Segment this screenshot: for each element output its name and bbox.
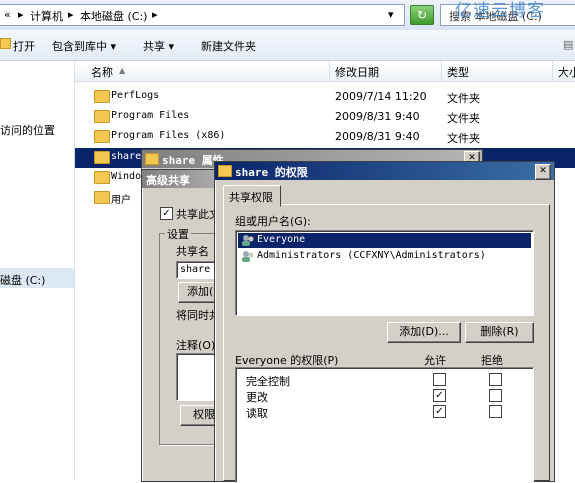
file-name: 用户 [111, 195, 131, 206]
file-type: 文件夹 [447, 132, 480, 145]
perm-read-deny-checkbox[interactable] [489, 405, 502, 418]
file-type: 文件夹 [447, 92, 480, 105]
folder-icon [218, 165, 232, 177]
permissions-close-button[interactable]: ✕ [535, 164, 551, 180]
user-group-icon [241, 234, 255, 246]
permissions-title: share 的权限 [235, 166, 308, 179]
col-size[interactable]: 大小 [558, 64, 575, 80]
users-listbox[interactable]: Everyone Administrators (CCFXNY\Administ… [235, 230, 534, 316]
deny-column-label: 拒绝 [481, 354, 503, 367]
advanced-sharing-title: 高级共享 [146, 174, 190, 187]
include-library-button[interactable]: 包含到库中 ▾ [52, 38, 116, 54]
new-folder-button[interactable]: 新建文件夹 [201, 38, 256, 54]
col-name[interactable]: 名称 [91, 64, 113, 80]
path-dropdown-icon[interactable]: ▾ [388, 8, 394, 21]
settings-label: 设置 [165, 226, 191, 242]
share-folder-checkbox[interactable]: ✓ [160, 207, 173, 220]
perm-full-control-label: 完全控制 [246, 375, 290, 388]
perm-read-allow-checkbox[interactable]: ✓ [433, 405, 446, 418]
path-sep-icon: ▸ [18, 8, 24, 21]
address-path[interactable]: « ▸ 计算机 ▸ 本地磁盘 (C:) ▸ ▾ [0, 4, 405, 26]
folder-icon [94, 191, 110, 204]
watermark-text: 亿速云博客 [455, 1, 545, 21]
file-row[interactable]: Program Files 2009/8/31 9:40 文件夹 [75, 107, 575, 127]
col-modified[interactable]: 修改日期 [335, 64, 379, 80]
perm-read-label: 读取 [246, 407, 268, 420]
permissions-titlebar[interactable]: share 的权限 [215, 162, 554, 180]
refresh-button[interactable]: ↻ [410, 5, 434, 25]
folder-icon [94, 130, 110, 143]
file-date: 2009/7/14 11:20 [335, 90, 427, 103]
path-sep-icon: ▸ [152, 8, 158, 21]
file-row[interactable]: PerfLogs 2009/7/14 11:20 文件夹 [75, 87, 575, 107]
col-type[interactable]: 类型 [447, 64, 469, 80]
open-button[interactable]: 打开 [13, 38, 35, 54]
path-overflow-icon[interactable]: « [4, 8, 11, 21]
comment-label: 注释(O) [176, 339, 216, 352]
folder-icon [94, 171, 110, 184]
breadcrumb-local-disk[interactable]: 本地磁盘 (C:) [80, 8, 147, 24]
folder-icon [145, 153, 159, 165]
perm-change-label: 更改 [246, 391, 268, 404]
file-name: Program Files (x86) [111, 130, 226, 141]
allow-column-label: 允许 [424, 354, 446, 367]
command-bar: 打开 包含到库中 ▾ 共享 ▾ 新建文件夹 ▤ [0, 30, 575, 61]
group-users-label: 组或用户名(G): [235, 215, 311, 228]
breadcrumb-computer[interactable]: 计算机 [30, 8, 63, 24]
user-group-icon [241, 250, 255, 262]
add-user-button[interactable]: 添加(D)... [387, 322, 461, 343]
file-name: share [111, 151, 142, 162]
file-name: PerfLogs [111, 90, 160, 101]
file-row[interactable]: Program Files (x86) 2009/8/31 9:40 文件夹 [75, 127, 575, 147]
file-type: 文件夹 [447, 112, 480, 125]
user-name[interactable]: Administrators (CCFXNY\Administrators) [257, 250, 486, 261]
nav-item-recent-places[interactable]: 访问的位置 [0, 122, 55, 138]
column-header: 名称 ▲ 修改日期 类型 大小 [75, 61, 575, 82]
folder-icon [94, 110, 110, 123]
file-name: Windo [111, 171, 142, 182]
permissions-for-label: Everyone 的权限(P) [235, 354, 339, 367]
file-date: 2009/8/31 9:40 [335, 110, 420, 123]
file-date: 2009/8/31 9:40 [335, 130, 420, 143]
folder-icon [94, 90, 110, 103]
perm-full-control-allow-checkbox[interactable] [433, 373, 446, 386]
perm-change-deny-checkbox[interactable] [489, 389, 502, 402]
file-name: Program Files [111, 110, 190, 121]
user-name: Everyone [257, 234, 306, 245]
folder-icon [94, 151, 110, 164]
perm-full-control-deny-checkbox[interactable] [489, 373, 502, 386]
path-sep-icon: ▸ [68, 8, 74, 21]
address-bar: « ▸ 计算机 ▸ 本地磁盘 (C:) ▸ ▾ ↻ 搜索 本地磁盘 (C:) 亿… [0, 0, 575, 31]
remove-user-button[interactable]: 删除(R) [465, 322, 534, 343]
share-button[interactable]: 共享 ▾ [143, 38, 174, 54]
tab-share-permissions[interactable]: 共享权限 [223, 185, 281, 207]
open-folder-icon [0, 38, 11, 52]
view-options-icon[interactable]: ▤ [563, 38, 573, 51]
perm-change-allow-checkbox[interactable]: ✓ [433, 389, 446, 402]
share-name-label: 共享名 [176, 245, 209, 258]
permissions-dialog: share 的权限 ✕ 共享权限 组或用户名(G): Everyone Admi… [214, 161, 555, 483]
sort-asc-icon: ▲ [119, 66, 126, 75]
nav-item-local-disk[interactable]: 磁盘 (C:) [0, 272, 45, 288]
